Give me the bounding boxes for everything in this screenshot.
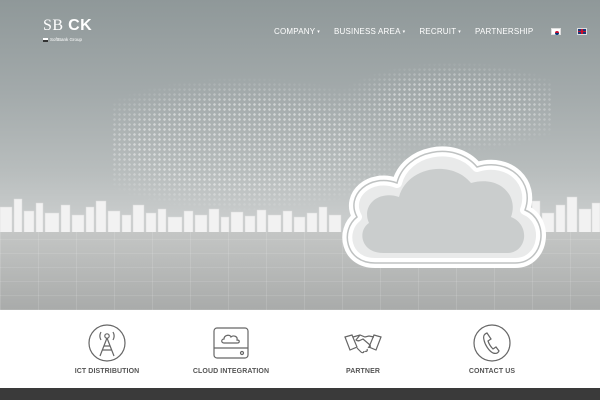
chevron-down-icon: ▾ <box>402 28 406 35</box>
nav-label: PARTNERSHIP <box>475 27 534 36</box>
chevron-down-icon: ▾ <box>458 28 462 35</box>
service-label: PARTNER <box>345 368 380 375</box>
nav-item-recruit[interactable]: RECRUIT ▾ <box>419 27 461 36</box>
korean-flag-icon[interactable] <box>551 28 562 35</box>
cloud-drive-icon <box>213 327 249 359</box>
main-nav: COMPANY ▾ BUSINESS AREA ▾ RECRUIT ▾ PART… <box>274 27 599 36</box>
logo-subtitle: SoftBank Group <box>43 37 82 42</box>
chevron-down-icon: ▾ <box>317 28 320 35</box>
service-cloud-integration[interactable]: CLOUD INTEGRATION <box>171 310 291 388</box>
cloud-icon <box>342 146 546 268</box>
service-ict-distribution[interactable]: ICT DISTRIBUTION <box>47 310 167 388</box>
logo-sub-text: SoftBank Group <box>50 37 83 42</box>
nav-item-business-area[interactable]: BUSINESS AREA ▾ <box>334 27 405 36</box>
group-mark-icon <box>43 37 48 42</box>
nav-item-partnership[interactable]: PARTNERSHIP <box>475 27 533 36</box>
service-label: ICT DISTRIBUTION <box>74 368 140 375</box>
phone-icon <box>473 324 511 362</box>
nav-label: COMPANY <box>274 27 316 36</box>
logo[interactable]: SB CK <box>43 17 92 35</box>
service-contact-us[interactable]: CONTACT US <box>432 310 552 388</box>
hero-banner <box>0 0 600 310</box>
footer-bar <box>0 388 600 400</box>
handshake-icon <box>344 334 382 354</box>
nav-item-company[interactable]: COMPANY ▾ <box>274 27 320 36</box>
service-label: CLOUD INTEGRATION <box>192 368 270 375</box>
service-label: CONTACT US <box>468 368 516 375</box>
service-partner[interactable]: PARTNER <box>303 310 423 388</box>
uk-flag-icon[interactable] <box>577 28 588 35</box>
logo-main-text: SB <box>43 17 64 34</box>
logo-accent-text: CK <box>68 17 93 34</box>
nav-label: RECRUIT <box>419 27 457 36</box>
antenna-tower-icon <box>88 324 126 362</box>
services-strip: ICT DISTRIBUTION CLOUD INTEGRATION PARTN… <box>0 310 600 388</box>
nav-label: BUSINESS AREA <box>333 27 401 36</box>
